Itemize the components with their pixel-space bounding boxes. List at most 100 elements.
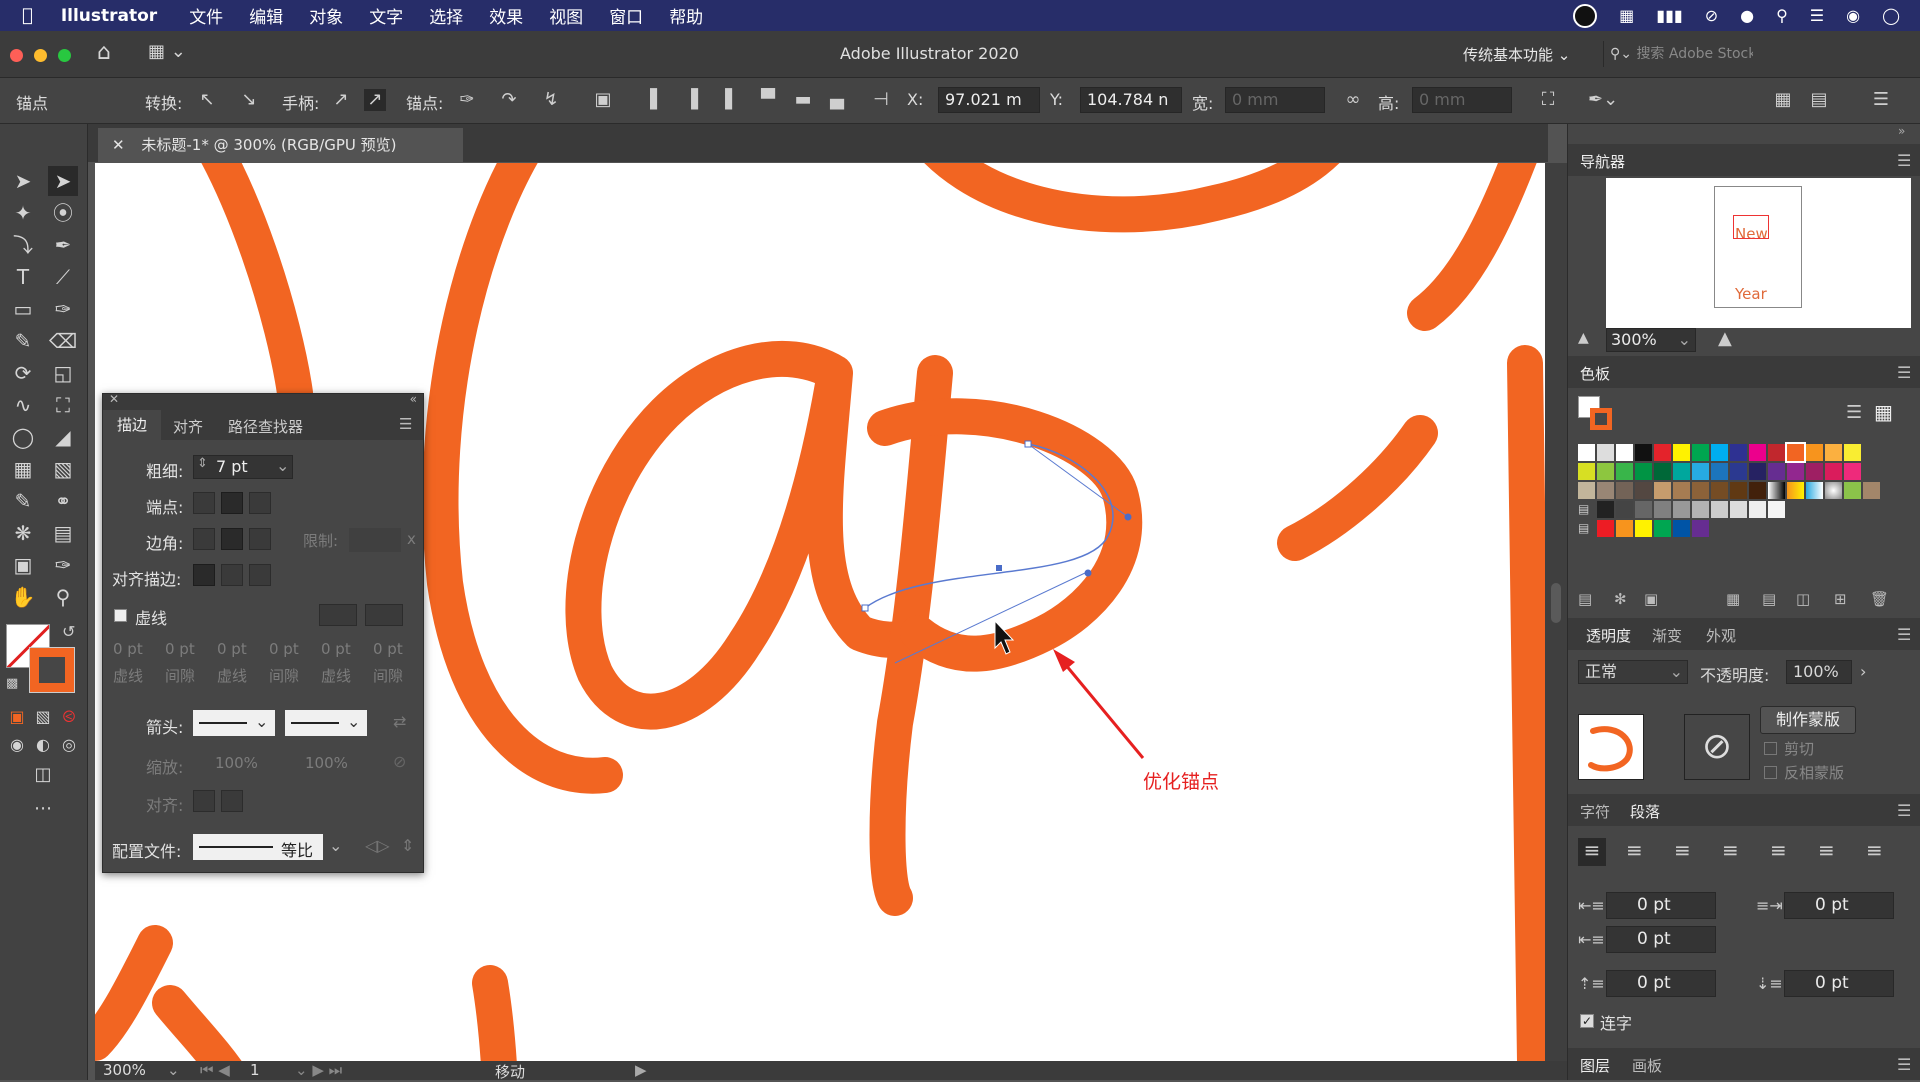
new-color-group-icon[interactable]: ▦ xyxy=(1726,590,1740,608)
tab-appearance[interactable]: 外观 xyxy=(1706,625,1736,646)
stroke-panel-titlebar[interactable]: ✕ « xyxy=(103,392,423,410)
dash-preserve-button[interactable] xyxy=(319,604,357,626)
arrange-icon[interactable]: ▦ xyxy=(1772,89,1794,111)
anchor-point-3[interactable] xyxy=(996,565,1002,571)
swatch-r2-4[interactable] xyxy=(1635,463,1652,480)
align-top-icon[interactable]: ▀ xyxy=(757,89,779,111)
swatch-r4-9[interactable] xyxy=(1749,501,1766,518)
workspace-layout-icon[interactable]: ▦ ⌄ xyxy=(148,41,186,62)
swatch-r2-3[interactable] xyxy=(1616,463,1633,480)
menu-help[interactable]: 帮助 xyxy=(669,3,703,28)
type-tool-icon[interactable]: T xyxy=(8,262,38,292)
width-tool-icon[interactable]: ∿ xyxy=(8,390,38,420)
delete-swatch-icon[interactable]: 🗑 xyxy=(1870,590,1889,608)
swatch-folder-1[interactable]: ▤ xyxy=(1578,501,1595,518)
left-indent-field[interactable]: 0 pt xyxy=(1606,892,1716,919)
hyphenate-checkbox[interactable]: ✓ xyxy=(1580,1014,1594,1028)
swatch-r3-1[interactable] xyxy=(1578,482,1595,499)
list-view-icon[interactable]: ☰ xyxy=(1846,402,1862,423)
swatch-folder-2[interactable]: ▤ xyxy=(1578,520,1595,537)
invert-mask-checkbox[interactable] xyxy=(1764,766,1777,779)
swatch-lemon[interactable] xyxy=(1844,444,1861,461)
menu-file[interactable]: 文件 xyxy=(189,3,223,28)
draw-inside-icon[interactable]: ◎ xyxy=(54,730,84,760)
navigator-preview[interactable]: New Year xyxy=(1606,178,1911,328)
swatches-title[interactable]: 色板 xyxy=(1580,363,1610,384)
control-bar-menu-icon[interactable]: ☰ xyxy=(1870,89,1892,111)
anchor-point-2[interactable] xyxy=(861,604,869,612)
bevel-join-button[interactable] xyxy=(249,528,271,550)
arrow-place-button[interactable] xyxy=(221,790,243,812)
tab-character[interactable]: 字符 xyxy=(1580,801,1610,822)
zoom-dropdown-icon[interactable]: ⌄ xyxy=(167,1061,180,1079)
tab-stroke[interactable]: 描边 xyxy=(103,410,161,440)
swatch-r5-6[interactable] xyxy=(1692,520,1709,537)
tab-artboards[interactable]: 画板 xyxy=(1632,1055,1662,1076)
swatch-r2-2[interactable] xyxy=(1597,463,1614,480)
profile-select[interactable]: 等比 xyxy=(193,834,323,860)
swatch-r2-9[interactable] xyxy=(1730,463,1747,480)
connect-anchor-icon[interactable]: ↷ xyxy=(498,89,520,111)
space-after-field[interactable]: 0 pt xyxy=(1784,970,1894,997)
swatch-options-icon[interactable]: ▣ xyxy=(1644,590,1658,608)
link-proportions-icon[interactable]: ∞ xyxy=(1342,89,1364,111)
swatch-r2-5[interactable] xyxy=(1654,463,1671,480)
swap-colors-icon[interactable]: ↺ xyxy=(62,622,75,641)
swatch-gold[interactable] xyxy=(1825,444,1842,461)
miter-join-button[interactable] xyxy=(193,528,215,550)
align-left-icon[interactable]: ▌ xyxy=(646,89,668,111)
mesh-tool-icon[interactable]: ▦ xyxy=(8,454,38,484)
swatch-selected-orange[interactable] xyxy=(1785,442,1806,463)
direct-selection-tool-icon[interactable]: ➤ xyxy=(48,166,78,196)
align-center-button[interactable] xyxy=(193,564,215,586)
x-field[interactable]: 97.021 m xyxy=(938,87,1040,113)
status-app-icon[interactable] xyxy=(1573,3,1598,28)
round-join-button[interactable] xyxy=(221,528,243,550)
menu-app-name[interactable]: Illustrator xyxy=(61,6,157,26)
swatch-r5-3[interactable] xyxy=(1635,520,1652,537)
workspace-switcher[interactable]: 传统基本功能 ⌄ xyxy=(1463,44,1570,65)
rotate-tool-icon[interactable]: ⟳ xyxy=(8,358,38,388)
distribute-icon[interactable]: ▤ xyxy=(1808,89,1830,111)
butt-cap-button[interactable] xyxy=(193,492,215,514)
weight-stepper-icon[interactable]: ⇕ xyxy=(197,456,208,471)
battery-icon[interactable]: ▮▮▮ xyxy=(1656,6,1682,25)
tab-align[interactable]: 对齐 xyxy=(173,416,203,437)
tab-transparency[interactable]: 透明度 xyxy=(1586,625,1631,646)
hide-handles-icon[interactable]: ↗ xyxy=(364,89,386,111)
space-before-field[interactable]: 0 pt xyxy=(1606,970,1716,997)
minimize-window-button[interactable] xyxy=(34,49,47,62)
swatch-blue[interactable] xyxy=(1730,444,1747,461)
swatch-r4-8[interactable] xyxy=(1730,501,1747,518)
navigator-zoom-dropdown-icon[interactable]: ⌄ xyxy=(1678,329,1691,351)
cut-path-icon[interactable]: ↯ xyxy=(540,89,562,111)
artboard-next-icon[interactable]: ⌄ ▶ ⏭ xyxy=(295,1061,342,1079)
swatch-r5-1[interactable] xyxy=(1597,520,1614,537)
convert-smooth-icon[interactable]: ↘ xyxy=(238,89,260,111)
new-swatch-icon[interactable]: ⊞ xyxy=(1834,590,1847,608)
align-inside-button[interactable] xyxy=(221,564,243,586)
status-zoom[interactable]: 300% xyxy=(103,1061,146,1079)
swatch-r3-2[interactable] xyxy=(1597,482,1614,499)
tab-gradient[interactable]: 渐变 xyxy=(1652,625,1682,646)
menu-window[interactable]: 窗口 xyxy=(609,3,643,28)
swatch-r2-13[interactable] xyxy=(1806,463,1823,480)
dash-align-button[interactable] xyxy=(365,604,403,626)
eyedropper-tool-icon[interactable]: ✎ xyxy=(8,486,38,516)
end-arrowhead-select[interactable]: ⌄ xyxy=(285,710,367,736)
anchor-point-1[interactable] xyxy=(1024,440,1032,448)
height-field[interactable]: 0 mm xyxy=(1412,87,1512,113)
zoom-in-icon[interactable]: ▲ xyxy=(1718,328,1732,349)
apple-icon[interactable]:  xyxy=(22,5,33,26)
magic-wand-tool-icon[interactable]: ✦ xyxy=(8,198,38,228)
right-indent-field[interactable]: 0 pt xyxy=(1784,892,1894,919)
swatch-r3-4[interactable] xyxy=(1635,482,1652,499)
link-scale-icon[interactable]: ⊘ xyxy=(393,752,406,771)
screen-mode-icon[interactable]: ◫ xyxy=(28,760,58,790)
anchor-handle-2[interactable] xyxy=(1084,569,1092,577)
width-field[interactable]: 0 mm xyxy=(1225,87,1325,113)
opacity-field[interactable]: 100% xyxy=(1786,660,1852,684)
y-field[interactable]: 104.784 n xyxy=(1080,87,1182,113)
first-line-indent-field[interactable]: 0 pt xyxy=(1606,926,1716,953)
swatch-r4-10[interactable] xyxy=(1768,501,1785,518)
